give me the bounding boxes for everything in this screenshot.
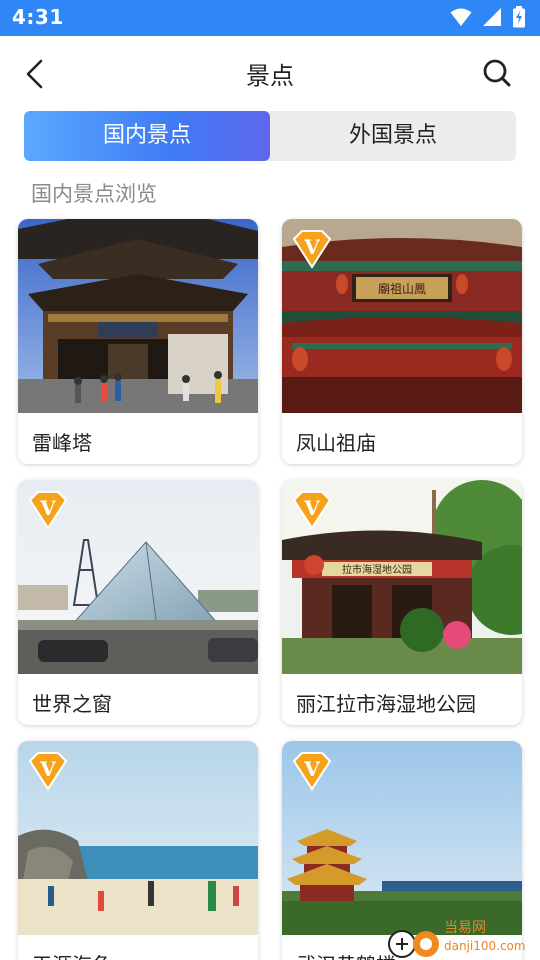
- status-time: 4:31: [12, 5, 64, 29]
- svg-text:V: V: [39, 496, 56, 520]
- vip-badge-icon: V: [28, 752, 68, 791]
- svg-text:V: V: [39, 757, 56, 781]
- svg-text:当易网: 当易网: [444, 920, 486, 936]
- vip-badge-icon: V: [292, 491, 332, 530]
- attraction-card[interactable]: V 天涯海角: [18, 741, 258, 960]
- attraction-card[interactable]: 雷峰塔: [18, 219, 258, 464]
- section-title: 国内景点浏览: [31, 182, 157, 206]
- signal-icon: [483, 8, 501, 26]
- attraction-card[interactable]: 廟祖山鳳 V 凤山祖庙: [282, 219, 522, 464]
- app-header: 景点: [0, 36, 540, 110]
- park-sign-text: 拉市海湿地公园: [342, 563, 412, 576]
- temple-sign-text: 廟祖山鳳: [378, 281, 426, 296]
- svg-text:danji100.com: danji100.com: [444, 939, 526, 953]
- vip-badge-icon: V: [292, 752, 332, 791]
- vip-badge-icon: V: [292, 230, 332, 269]
- status-icons: [450, 6, 526, 28]
- attraction-card[interactable]: V 世界之窗: [18, 480, 258, 725]
- attraction-name: 天涯海角: [32, 949, 112, 960]
- tab-domestic[interactable]: 国内景点: [24, 111, 270, 161]
- svg-text:V: V: [303, 757, 320, 781]
- attraction-name: 丽江拉市海湿地公园: [296, 692, 476, 716]
- region-tabs: 国内景点 外国景点: [24, 111, 516, 161]
- page-title: 景点: [246, 62, 294, 90]
- tab-foreign[interactable]: 外国景点: [270, 111, 516, 161]
- attraction-photo: [18, 219, 258, 413]
- attraction-card[interactable]: 拉市海湿地公园 V 丽江拉市海湿地公园: [282, 480, 522, 725]
- vip-badge-icon: V: [28, 491, 68, 530]
- battery-icon: [513, 6, 525, 28]
- svg-text:V: V: [303, 235, 320, 259]
- attraction-name: 武汉黄鹤楼: [296, 949, 396, 960]
- wifi-icon: [450, 8, 472, 26]
- attraction-name: 世界之窗: [32, 692, 112, 716]
- attraction-name: 雷峰塔: [32, 431, 92, 455]
- svg-text:V: V: [303, 496, 320, 520]
- watermark-logo: 当易网 danji100.com: [388, 920, 526, 958]
- attraction-name: 凤山祖庙: [296, 431, 376, 455]
- search-icon[interactable]: [480, 56, 514, 90]
- status-bar: 4:31: [0, 0, 540, 36]
